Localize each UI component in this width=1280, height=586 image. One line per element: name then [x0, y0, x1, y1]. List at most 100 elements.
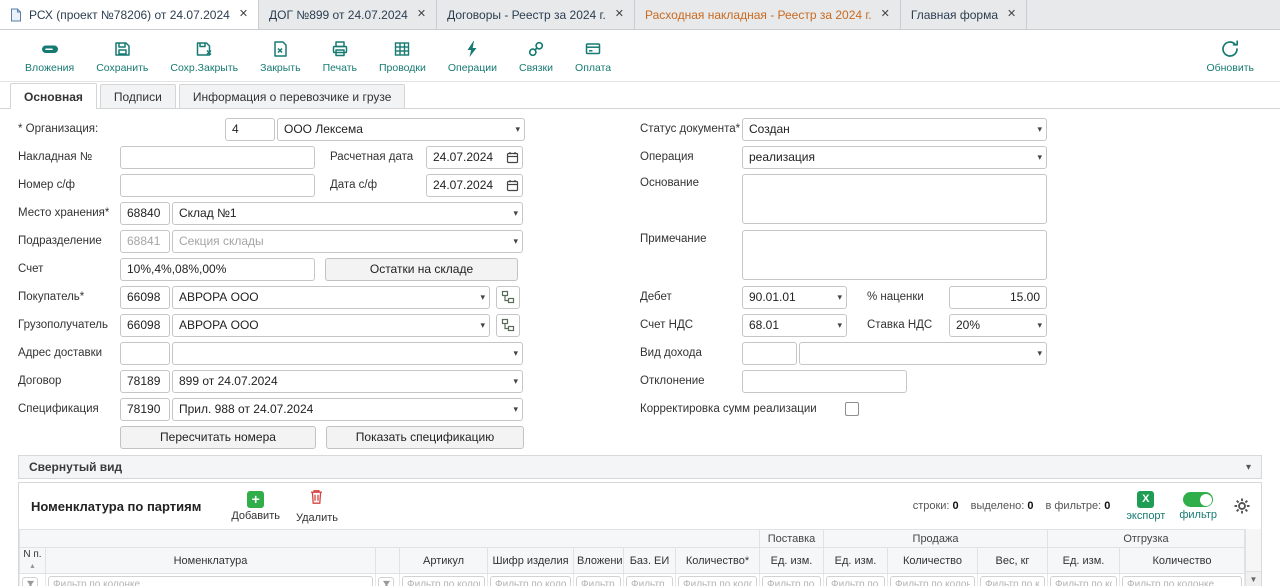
- refresh-button[interactable]: Обновить: [1195, 36, 1276, 76]
- col-supply-unit[interactable]: Ед. изм.: [760, 548, 824, 574]
- filter-input[interactable]: [1122, 576, 1242, 586]
- invoice-no-input[interactable]: [120, 146, 315, 169]
- export-excel-button[interactable]: экспорт: [1126, 491, 1165, 522]
- collapsed-view-title: Свернутый вид: [29, 460, 1246, 474]
- subtab-cargo-info[interactable]: Информация о перевозчике и грузе: [179, 84, 406, 108]
- income-type-code-input[interactable]: [742, 342, 797, 365]
- storage-select[interactable]: Склад №1 ▾: [172, 202, 523, 225]
- account-input[interactable]: [120, 258, 315, 281]
- postings-button[interactable]: Проводки: [368, 36, 437, 76]
- print-button[interactable]: Печать: [312, 36, 368, 76]
- col-product-code[interactable]: Шифр изделия: [488, 548, 574, 574]
- storage-code-input[interactable]: [120, 202, 170, 225]
- attachments-button[interactable]: Вложения: [14, 36, 85, 76]
- col-ship-quantity[interactable]: Количество: [1120, 548, 1245, 574]
- tab-close-icon[interactable]: ✕: [417, 9, 426, 20]
- status-select[interactable]: Создан ▾: [742, 118, 1047, 141]
- filter-input[interactable]: [678, 576, 757, 586]
- specification-code-input[interactable]: [120, 398, 170, 421]
- filter-input[interactable]: [48, 576, 373, 586]
- organization-select[interactable]: ООО Лексема ▾: [277, 118, 525, 141]
- buyer-select[interactable]: АВРОРА ООО ▾: [172, 286, 490, 309]
- filter-funnel-icon[interactable]: [22, 577, 38, 586]
- calendar-icon[interactable]: [506, 179, 519, 192]
- add-row-button[interactable]: Добавить: [231, 491, 280, 522]
- stock-balance-button[interactable]: Остатки на складе: [325, 258, 518, 281]
- tab-main-form[interactable]: Главная форма ✕: [901, 0, 1027, 29]
- col-ship-unit[interactable]: Ед. изм.: [1048, 548, 1120, 574]
- note-textarea[interactable]: [742, 230, 1047, 280]
- buyer-hierarchy-button[interactable]: [496, 286, 520, 309]
- links-button[interactable]: Связки: [508, 36, 564, 76]
- payment-button[interactable]: Оплата: [564, 36, 622, 76]
- operations-button[interactable]: Операции: [437, 36, 508, 76]
- scroll-down-icon[interactable]: ▼: [1246, 571, 1261, 586]
- grid-vertical-scrollbar[interactable]: ▼: [1245, 529, 1261, 586]
- save-close-button[interactable]: Сохр.Закрыть: [159, 36, 249, 76]
- show-specification-button[interactable]: Показать спецификацию: [326, 426, 524, 449]
- vat-account-select[interactable]: 68.01 ▾: [742, 314, 847, 337]
- tab-rsx-project[interactable]: РСХ (проект №78206) от 24.07.2024 ✕: [0, 0, 259, 29]
- filter-input[interactable]: [980, 576, 1045, 586]
- recalc-numbers-button[interactable]: Пересчитать номера: [120, 426, 316, 449]
- tab-expense-invoice-registry[interactable]: Расходная накладная - Реестр за 2024 г. …: [635, 0, 901, 29]
- filter-input[interactable]: [1050, 576, 1117, 586]
- subtab-signatures[interactable]: Подписи: [100, 84, 176, 108]
- contract-code-input[interactable]: [120, 370, 170, 393]
- tab-close-icon[interactable]: ✕: [881, 9, 890, 20]
- department-select[interactable]: Секция склады ▾: [172, 230, 523, 253]
- buyer-code-input[interactable]: [120, 286, 170, 309]
- organization-code-input[interactable]: [225, 118, 275, 141]
- col-sale-unit[interactable]: Ед. изм.: [824, 548, 888, 574]
- filter-input[interactable]: [826, 576, 885, 586]
- filter-input[interactable]: [762, 576, 821, 586]
- sf-no-input[interactable]: [120, 174, 315, 197]
- basis-textarea[interactable]: [742, 174, 1047, 224]
- main-toolbar: Вложения Сохранить Сохр.Закрыть Закрыть …: [0, 30, 1280, 82]
- correction-checkbox[interactable]: [845, 402, 859, 416]
- grid-settings-button[interactable]: [1233, 497, 1251, 515]
- col-sale-quantity[interactable]: Количество: [888, 548, 978, 574]
- filter-toggle-button[interactable]: фильтр: [1179, 491, 1217, 521]
- col-num[interactable]: N п. ▲: [20, 548, 46, 574]
- markup-input[interactable]: [949, 286, 1047, 309]
- deviation-input[interactable]: [742, 370, 907, 393]
- subtab-main[interactable]: Основная: [10, 83, 97, 109]
- col-weight[interactable]: Вес, кг: [978, 548, 1048, 574]
- close-button[interactable]: Закрыть: [249, 36, 311, 76]
- consignee-select[interactable]: АВРОРА ООО ▾: [172, 314, 490, 337]
- tab-dog-899[interactable]: ДОГ №899 от 24.07.2024 ✕: [259, 0, 437, 29]
- specification-select[interactable]: Прил. 988 от 24.07.2024 ▾: [172, 398, 523, 421]
- debit-select[interactable]: 90.01.01 ▾: [742, 286, 847, 309]
- tab-close-icon[interactable]: ✕: [239, 9, 248, 20]
- col-quantity[interactable]: Количество*: [676, 548, 760, 574]
- tab-contracts-registry[interactable]: Договоры - Реестр за 2024 г. ✕: [437, 0, 635, 29]
- consignee-code-input[interactable]: [120, 314, 170, 337]
- save-button[interactable]: Сохранить: [85, 36, 159, 76]
- row-vat: Счет НДС 68.01 ▾ Ставка НДС 20% ▾: [640, 311, 1148, 339]
- collapsed-view-bar[interactable]: Свернутый вид ▾: [18, 455, 1262, 479]
- vat-rate-select[interactable]: 20% ▾: [949, 314, 1047, 337]
- tab-close-icon[interactable]: ✕: [1007, 9, 1016, 20]
- col-nomenclature[interactable]: Номенклатура: [46, 548, 376, 574]
- consignee-hierarchy-button[interactable]: [496, 314, 520, 337]
- delete-row-button[interactable]: Удалить: [296, 488, 338, 524]
- col-base-unit[interactable]: Баз. ЕИ: [624, 548, 676, 574]
- row-contract: Договор 899 от 24.07.2024 ▾: [18, 367, 542, 395]
- delivery-address-code-input[interactable]: [120, 342, 170, 365]
- contract-select[interactable]: 899 от 24.07.2024 ▾: [172, 370, 523, 393]
- filter-input[interactable]: [576, 576, 621, 586]
- tab-close-icon[interactable]: ✕: [615, 9, 624, 20]
- filter-funnel-icon[interactable]: [378, 577, 394, 586]
- filter-input[interactable]: [490, 576, 571, 586]
- department-code-input[interactable]: [120, 230, 170, 253]
- delivery-address-select[interactable]: ▾: [172, 342, 523, 365]
- operation-select[interactable]: реализация ▾: [742, 146, 1047, 169]
- calendar-icon[interactable]: [506, 151, 519, 164]
- filter-input[interactable]: [890, 576, 975, 586]
- filter-input[interactable]: [402, 576, 485, 586]
- col-nesting[interactable]: Вложени: [574, 548, 624, 574]
- filter-input[interactable]: [626, 576, 673, 586]
- col-article[interactable]: Артикул: [400, 548, 488, 574]
- income-type-select[interactable]: ▾: [799, 342, 1047, 365]
